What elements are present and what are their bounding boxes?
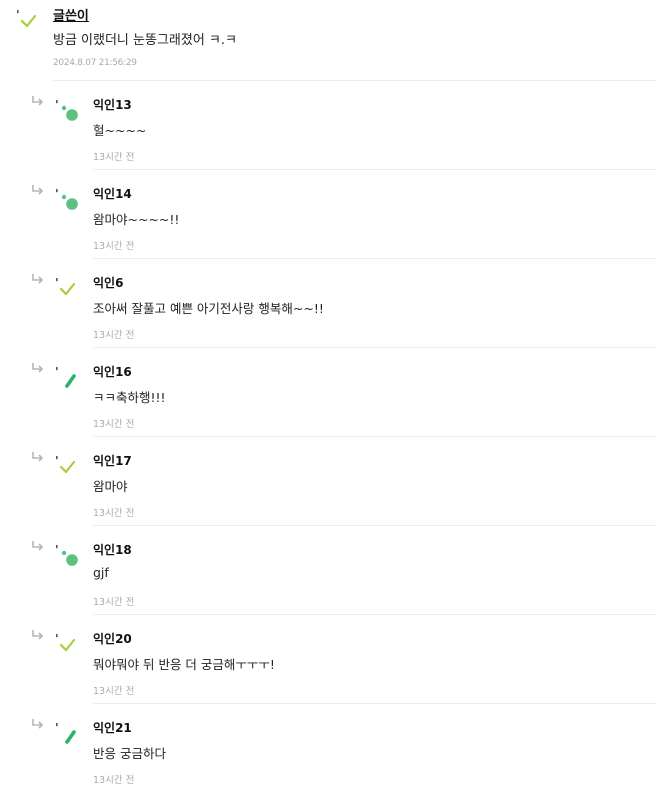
reply-author-name[interactable]: 익인16: [93, 363, 132, 380]
reply-timestamp: 13시간 전: [93, 597, 135, 608]
reply-text: 조아써 잘풀고 예쁜 아기전사랑 행복해~~!!: [93, 301, 324, 316]
divider: [93, 169, 656, 170]
post-author-comment: 글쓴이 방금 이랬더니 눈똥그래졌어 ㅋ.ㅋ 2024.8.07 21:56:2…: [0, 0, 656, 80]
reply-text: 뭐야뭐야 뒤 반응 더 궁금해ㅜㅜㅜ!: [93, 657, 275, 672]
reply-item: 익인16 ㅋㅋ축하행!!! 13시간 전: [0, 359, 656, 448]
reply-arrow-icon: [32, 452, 44, 462]
reply-text: 왐마야: [93, 479, 128, 494]
reply-timestamp: 13시간 전: [93, 419, 135, 430]
reply-item: 익인17 왐마야 13시간 전: [0, 448, 656, 537]
sprout-leaves-icon: [56, 456, 76, 474]
circle-avatar-icon: [56, 100, 78, 121]
reply-item: 익인21 반응 궁금하다 13시간 전: [0, 715, 656, 804]
reply-text: 반응 궁금하다: [93, 746, 166, 761]
divider: [93, 258, 656, 259]
divider: [93, 436, 656, 437]
reply-item: 익인18 gjf 13시간 전: [0, 537, 656, 626]
comment-timestamp: 2024.8.07 21:56:29: [53, 58, 137, 68]
sprout-leaves-icon: [17, 10, 37, 28]
reply-timestamp: 13시간 전: [93, 330, 135, 341]
reply-item: 익인13 헐~~~~ 13시간 전: [0, 92, 656, 181]
circle-avatar-icon: [56, 545, 78, 566]
reply-item: 익인20 뭐야뭐야 뒤 반응 더 궁금해ㅜㅜㅜ! 13시간 전: [0, 626, 656, 715]
reply-text: 헐~~~~: [93, 123, 147, 138]
reply-author-name[interactable]: 익인20: [93, 630, 132, 647]
divider: [93, 347, 656, 348]
reply-arrow-icon: [32, 96, 44, 106]
comment-text: 방금 이랬더니 눈똥그래졌어 ㅋ.ㅋ: [53, 33, 237, 48]
reply-arrow-icon: [32, 630, 44, 640]
reply-author-name[interactable]: 익인6: [93, 274, 123, 291]
reply-text: gjf: [93, 565, 109, 580]
divider: [53, 80, 656, 81]
reply-arrow-icon: [32, 274, 44, 284]
divider: [93, 703, 656, 704]
reply-author-name[interactable]: 익인13: [93, 96, 132, 113]
reply-arrow-icon: [32, 719, 44, 729]
circle-avatar-icon: [56, 189, 78, 210]
reply-author-name[interactable]: 익인14: [93, 185, 132, 202]
reply-author-name[interactable]: 익인21: [93, 719, 132, 736]
reply-text: 왐마야~~~~!!: [93, 212, 180, 227]
reply-timestamp: 13시간 전: [93, 152, 135, 163]
sprout-leaves-icon: [56, 278, 76, 296]
reply-timestamp: 13시간 전: [93, 775, 135, 786]
sprout-leaves-icon: [56, 634, 76, 652]
leaf-bar-icon: [56, 367, 76, 388]
reply-author-name[interactable]: 익인18: [93, 541, 132, 558]
reply-item: 익인6 조아써 잘풀고 예쁜 아기전사랑 행복해~~!! 13시간 전: [0, 270, 656, 359]
reply-arrow-icon: [32, 541, 44, 551]
reply-item: 익인14 왐마야~~~~!! 13시간 전: [0, 181, 656, 270]
leaf-bar-icon: [56, 723, 76, 744]
reply-text: ㅋㅋ축하행!!!: [93, 390, 166, 405]
reply-arrow-icon: [32, 185, 44, 195]
reply-timestamp: 13시간 전: [93, 508, 135, 519]
divider: [93, 525, 656, 526]
reply-timestamp: 13시간 전: [93, 241, 135, 252]
divider: [93, 614, 656, 615]
reply-arrow-icon: [32, 363, 44, 373]
reply-timestamp: 13시간 전: [93, 686, 135, 697]
reply-author-name[interactable]: 익인17: [93, 452, 132, 469]
post-author-name[interactable]: 글쓴이: [53, 5, 89, 24]
